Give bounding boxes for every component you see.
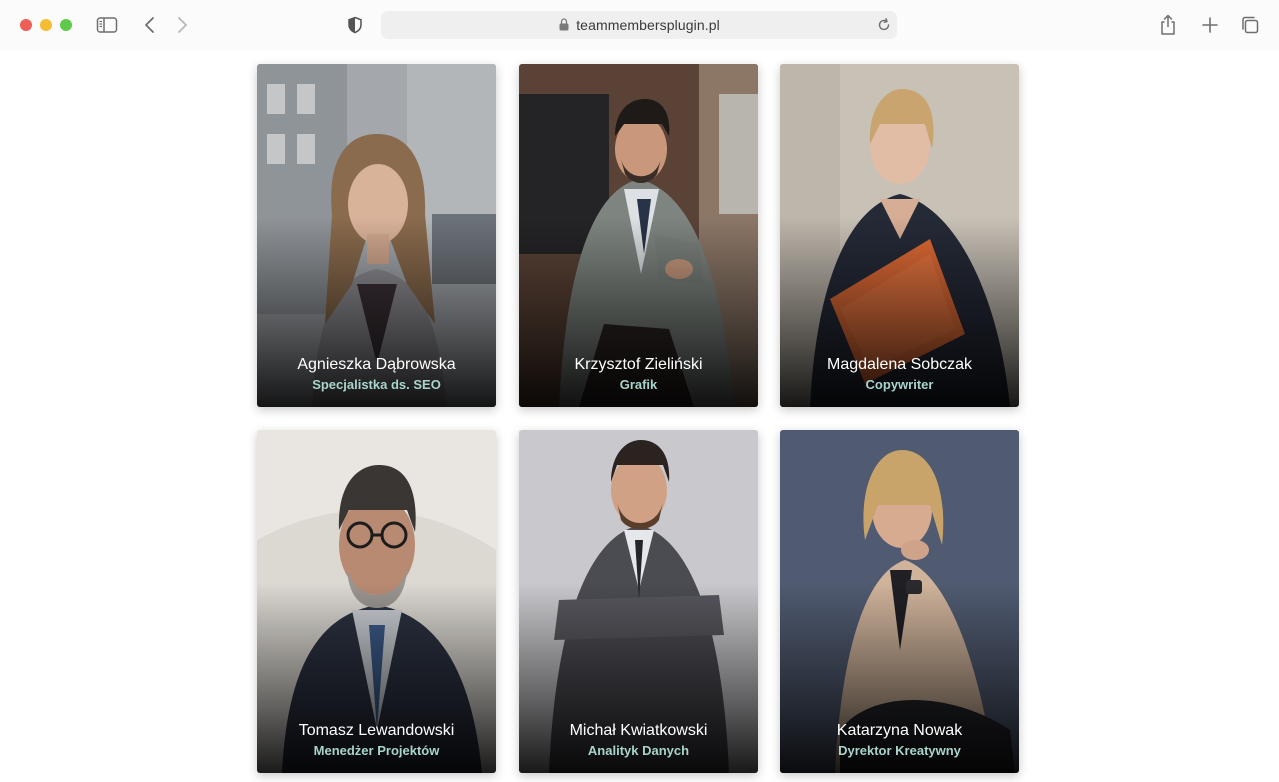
member-name: Katarzyna Nowak — [836, 722, 963, 739]
share-icon[interactable] — [1156, 13, 1180, 37]
close-window-button[interactable] — [20, 19, 32, 31]
team-member-card[interactable]: Michał Kwiatkowski Analityk Danych — [519, 430, 758, 773]
member-role: Specjalistka ds. SEO — [312, 377, 441, 392]
reload-icon[interactable] — [877, 18, 891, 37]
team-member-card[interactable]: Katarzyna Nowak Dyrektor Kreatywny — [780, 430, 1019, 773]
browser-toolbar: teammembersplugin.pl — [0, 0, 1279, 51]
member-name: Magdalena Sobczak — [827, 356, 972, 373]
sidebar-icon[interactable] — [95, 13, 119, 37]
new-tab-icon[interactable] — [1198, 13, 1222, 37]
forward-icon[interactable] — [170, 13, 194, 37]
team-member-card[interactable]: Magdalena Sobczak Copywriter — [780, 64, 1019, 407]
minimize-window-button[interactable] — [40, 19, 52, 31]
member-role: Copywriter — [865, 377, 934, 392]
member-role: Menedżer Projektów — [313, 743, 440, 758]
tabs-overview-icon[interactable] — [1238, 13, 1262, 37]
member-role: Analityk Danych — [587, 743, 690, 758]
zoom-window-button[interactable] — [60, 19, 72, 31]
back-icon[interactable] — [138, 13, 162, 37]
team-member-card[interactable]: Tomasz Lewandowski Menedżer Projektów — [257, 430, 496, 773]
member-role: Dyrektor Kreatywny — [838, 743, 961, 758]
team-member-card[interactable]: Agnieszka Dąbrowska Specjalistka ds. SEO — [257, 64, 496, 407]
address-bar[interactable]: teammembersplugin.pl — [381, 11, 897, 39]
team-member-card[interactable]: Krzysztof Zieliński Grafik — [519, 64, 758, 407]
url-text: teammembersplugin.pl — [576, 17, 720, 33]
shield-icon[interactable] — [343, 13, 367, 37]
member-name: Michał Kwiatkowski — [569, 722, 708, 739]
member-role: Grafik — [619, 377, 658, 392]
member-name: Agnieszka Dąbrowska — [297, 356, 456, 373]
member-name: Krzysztof Zieliński — [574, 356, 703, 373]
member-name: Tomasz Lewandowski — [298, 722, 455, 739]
